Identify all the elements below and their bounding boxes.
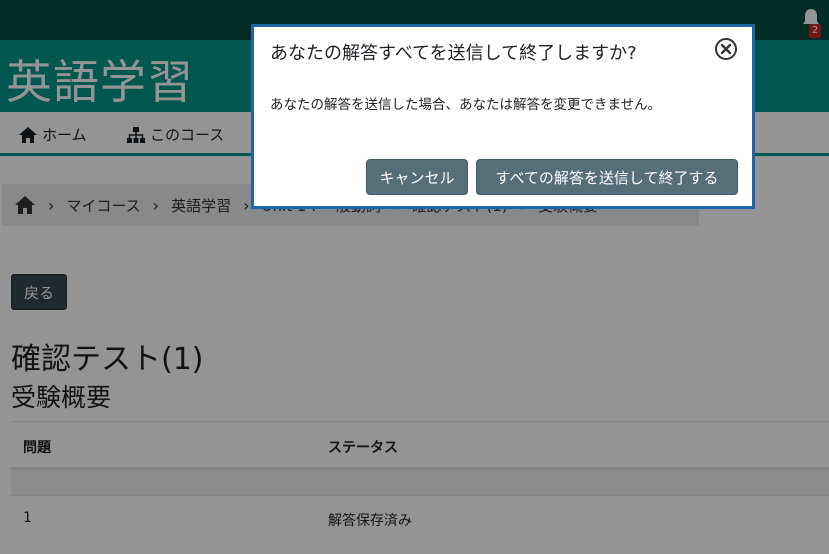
cancel-button[interactable]: キャンセル	[366, 159, 468, 195]
dialog-message: あなたの解答を送信した場合、あなたは解答を変更できません。	[270, 97, 662, 113]
close-icon[interactable]	[714, 37, 738, 61]
submit-all-and-finish-button[interactable]: すべての解答を送信して終了する	[476, 159, 738, 195]
dialog-title: あなたの解答すべてを送信して終了しますか?	[270, 43, 637, 64]
submit-confirm-dialog: あなたの解答すべてを送信して終了しますか? あなたの解答を送信した場合、あなたは…	[251, 24, 755, 209]
